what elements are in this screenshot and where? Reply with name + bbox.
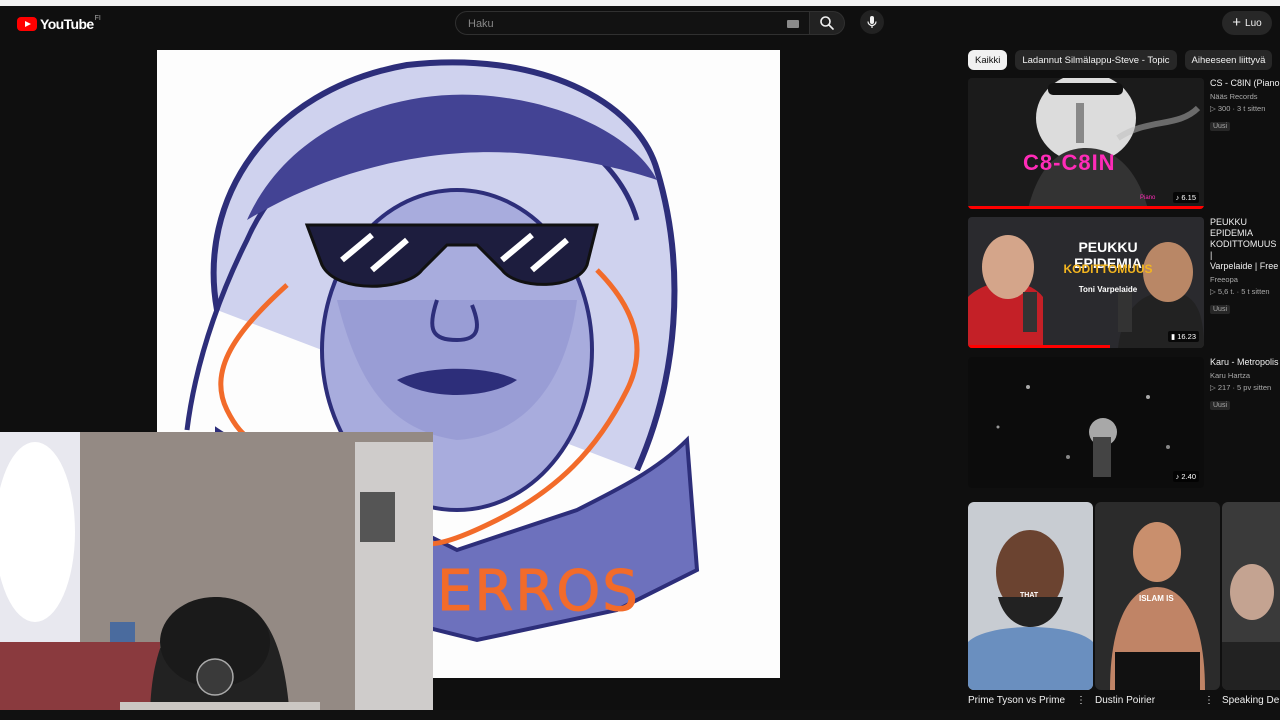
masthead: YouTube FI + Luo bbox=[0, 6, 1280, 42]
video-thumbnail[interactable]: C8-C8IN Piano ♪ 6.15 bbox=[968, 78, 1204, 209]
thumbnail-overlay-title: C8-C8IN bbox=[1023, 150, 1116, 175]
channel-name[interactable]: Nääs Records bbox=[1210, 91, 1280, 103]
logo-text: YouTube bbox=[40, 16, 94, 32]
sketch-caption: ERROS bbox=[437, 559, 640, 624]
thumbnail-image bbox=[968, 357, 1204, 488]
thumbnail-image bbox=[968, 217, 1204, 348]
video-meta: CS - C8IN (Piano Nääs Records ▷ 300 · 3 … bbox=[1210, 78, 1280, 133]
video-meta: Karu - Metropolis Karu Hartza ▷ 217 · 5 … bbox=[1210, 357, 1280, 412]
short-title[interactable]: Prime Tyson vs Prime bbox=[968, 695, 1080, 706]
channel-name[interactable]: Freeopa bbox=[1210, 274, 1280, 286]
video-thumbnail[interactable]: PEUKKU EPIDEMIA KODITTOMUUS Toni Varpela… bbox=[968, 217, 1204, 348]
new-badge: Uusi bbox=[1210, 401, 1231, 410]
create-label: Luo bbox=[1245, 17, 1262, 29]
video-stats: ▷ 5,6 t. · 5 t sitten bbox=[1210, 287, 1270, 296]
shorts-shelf: THAT ISLAM IS Prime Tyson vs Prime ⋮ Dus… bbox=[968, 502, 1280, 720]
chip-all[interactable]: Kaikki bbox=[968, 50, 1008, 70]
search-button[interactable] bbox=[810, 11, 845, 35]
new-badge: Uusi bbox=[1210, 122, 1231, 131]
webcam-overlay bbox=[0, 432, 433, 720]
voice-search-button[interactable] bbox=[860, 10, 884, 34]
chip-uploader[interactable]: Ladannut Silmälappu-Steve - Topic bbox=[1015, 50, 1177, 70]
short-image bbox=[1222, 502, 1280, 690]
thumbnail-overlay-subtitle: Piano bbox=[1140, 195, 1156, 201]
short-thumbnail[interactable]: THAT bbox=[968, 502, 1093, 690]
webcam-scene bbox=[0, 432, 433, 720]
short-overlay: THAT bbox=[1020, 592, 1039, 599]
thumbnail-image bbox=[968, 78, 1204, 209]
recommendation-item[interactable]: PEUKKU EPIDEMIA KODITTOMUUS Toni Varpela… bbox=[968, 217, 1280, 352]
video-duration: ▮ 16.23 bbox=[1168, 331, 1199, 342]
recommendation-item[interactable]: C8-C8IN Piano ♪ 6.15 CS - C8IN (Piano Nä… bbox=[968, 78, 1280, 213]
video-stats: ▷ 217 · 5 pv sitten bbox=[1210, 383, 1272, 392]
search-box[interactable] bbox=[455, 11, 810, 35]
short-thumbnail[interactable]: ISLAM IS bbox=[1095, 502, 1220, 690]
video-stats: ▷ 300 · 3 t sitten bbox=[1210, 104, 1266, 113]
search-input[interactable] bbox=[466, 15, 780, 33]
bottom-bar bbox=[0, 710, 1280, 720]
youtube-play-icon bbox=[17, 17, 37, 31]
thumbnail-overlay-subtitle: KODITTOMUUS bbox=[1063, 262, 1153, 276]
channel-name[interactable]: Karu Hartza bbox=[1210, 370, 1280, 382]
chip-related[interactable]: Aiheeseen liittyvä bbox=[1184, 50, 1273, 70]
keyboard-icon[interactable] bbox=[787, 20, 799, 28]
video-title[interactable]: Karu - Metropolis bbox=[1210, 357, 1280, 368]
video-duration: ♪ 6.15 bbox=[1172, 192, 1199, 203]
video-title[interactable]: CS - C8IN (Piano bbox=[1210, 78, 1280, 89]
create-button[interactable]: + Luo bbox=[1222, 11, 1272, 35]
short-title[interactable]: Dustin Poirier bbox=[1095, 695, 1207, 706]
short-more-icon[interactable]: ⋮ bbox=[1076, 695, 1086, 706]
short-overlay: ISLAM IS bbox=[1139, 594, 1174, 603]
video-title[interactable]: PEUKKU EPIDEMIA KODITTOMUUS | Varpelaide… bbox=[1210, 217, 1280, 272]
watch-progress bbox=[968, 345, 1110, 348]
youtube-logo[interactable]: YouTube FI bbox=[17, 14, 101, 32]
watch-progress bbox=[968, 206, 1204, 209]
short-more-icon[interactable]: ⋮ bbox=[1204, 695, 1214, 706]
video-thumbnail[interactable]: ♪ 2.40 bbox=[968, 357, 1204, 488]
short-thumbnail[interactable] bbox=[1222, 502, 1280, 690]
filter-chips: Kaikki Ladannut Silmälappu-Steve - Topic… bbox=[968, 50, 1280, 72]
video-meta: PEUKKU EPIDEMIA KODITTOMUUS | Varpelaide… bbox=[1210, 217, 1280, 316]
plus-icon: + bbox=[1232, 14, 1242, 31]
logo-country: FI bbox=[94, 14, 101, 22]
new-badge: Uusi bbox=[1210, 305, 1231, 314]
search-icon bbox=[820, 16, 834, 30]
recommendation-item[interactable]: ♪ 2.40 Karu - Metropolis Karu Hartza ▷ 2… bbox=[968, 357, 1280, 492]
short-title[interactable]: Speaking De bbox=[1222, 695, 1280, 706]
mic-icon bbox=[867, 16, 877, 28]
video-duration: ♪ 2.40 bbox=[1172, 471, 1199, 482]
thumbnail-overlay-name: Toni Varpelaide bbox=[1078, 285, 1138, 294]
